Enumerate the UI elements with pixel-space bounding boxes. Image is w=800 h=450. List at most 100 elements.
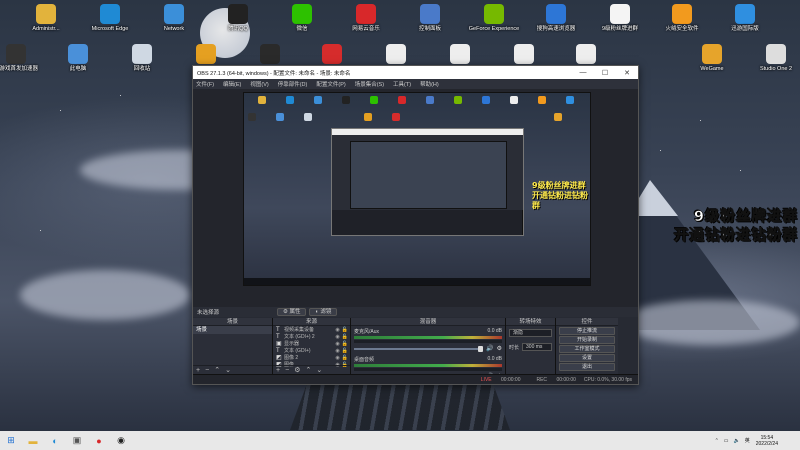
- desktop-icon[interactable]: 腾讯QQ: [208, 4, 268, 33]
- desktop-icon[interactable]: 回收站: [112, 44, 172, 73]
- remove-icon[interactable]: −: [285, 367, 289, 374]
- desktop-icon[interactable]: WeGame: [682, 44, 742, 73]
- menu-help[interactable]: 帮助(H): [420, 80, 439, 88]
- desktop-icon[interactable]: Studio One 2: [746, 44, 800, 73]
- gear-icon[interactable]: ⚙: [294, 366, 300, 374]
- menu-docks[interactable]: 停靠部件(D): [278, 80, 308, 88]
- desktop-icon[interactable]: [430, 44, 490, 66]
- desktop-icon[interactable]: 控制面板: [400, 4, 460, 33]
- obs-titlebar[interactable]: OBS 27.1.3 (64-bit, windows) - 配置文件: 未命名…: [193, 66, 638, 79]
- filters-tab[interactable]: ◐ 滤镜: [309, 308, 338, 316]
- channel-name: 麦克风/Aux: [354, 329, 380, 335]
- eye-icon[interactable]: ◉: [335, 355, 339, 361]
- app-icon[interactable]: ▣: [66, 431, 88, 450]
- status-bar: LIVE 00:00:00 REC 00:00:00 CPU: 0.0%, 30…: [193, 374, 638, 384]
- properties-tab[interactable]: ⚙ 属性: [277, 308, 307, 316]
- no-source-label: 未选择源: [197, 310, 220, 316]
- input-language[interactable]: 英: [745, 437, 750, 444]
- desktop-icon[interactable]: [240, 44, 300, 66]
- lock-icon[interactable]: 🔓: [342, 334, 348, 340]
- netease-music-icon[interactable]: ●: [88, 431, 110, 450]
- windows-start-icon[interactable]: ⊞: [0, 431, 22, 450]
- add-icon[interactable]: +: [276, 367, 280, 374]
- desktop-icon[interactable]: Network: [144, 4, 204, 33]
- clock[interactable]: 15:54 2022/2/24: [756, 435, 778, 447]
- lock-icon[interactable]: 🔓: [342, 348, 348, 354]
- desktop-icon[interactable]: Administr...: [16, 4, 76, 33]
- studio-mode-button[interactable]: 工作室模式: [559, 345, 615, 353]
- lock-icon[interactable]: 🔓: [342, 341, 348, 347]
- menu-edit[interactable]: 编辑(E): [223, 80, 241, 88]
- volume-slider[interactable]: [354, 345, 484, 352]
- add-icon[interactable]: +: [196, 367, 200, 374]
- source-item[interactable]: T 文本 (GDI+) 2 ◉ 🔓: [273, 333, 350, 341]
- eye-icon[interactable]: ◉: [335, 348, 339, 354]
- desktop-icon[interactable]: 网易云音乐: [336, 4, 396, 33]
- move-down-icon[interactable]: ⌄: [225, 366, 231, 374]
- qq-penguin-icon: [228, 4, 248, 24]
- taskbar: ⊞ ▬ ◐ ▣ ● ◉ ⌃ ▭ 🔈 英 15:54 2022/2/24: [0, 431, 800, 450]
- close-icon[interactable]: ✕: [616, 69, 638, 77]
- menu-tools[interactable]: 工具(T): [393, 80, 411, 88]
- menu-file[interactable]: 文件(F): [196, 80, 214, 88]
- desktop-icon[interactable]: [366, 44, 426, 66]
- promo-text: 9级粉丝牌进群 开通钻粉进钻粉群: [674, 208, 798, 246]
- lock-icon[interactable]: 🔓: [342, 355, 348, 361]
- huorong-icon: [672, 4, 692, 24]
- obs-icon[interactable]: ◉: [110, 431, 132, 450]
- settings-button[interactable]: 设置: [559, 354, 615, 362]
- lock-icon[interactable]: 🔓: [342, 327, 348, 333]
- source-name: 图像 2: [284, 355, 299, 361]
- desktop-icon[interactable]: 9级粉丝牌进群: [590, 4, 650, 33]
- desktop-icon[interactable]: [176, 44, 236, 66]
- desktop-icon[interactable]: 搜狗高速浏览器: [526, 4, 586, 33]
- desktop-icon[interactable]: Microsoft Edge: [80, 4, 140, 33]
- desktop-icon[interactable]: [302, 44, 362, 66]
- network-icon[interactable]: ▭: [724, 438, 729, 444]
- transition-select[interactable]: 渐隐: [509, 329, 552, 337]
- stop-streaming-button[interactable]: 停止推流: [559, 327, 615, 335]
- lips-app-icon: [322, 44, 342, 64]
- desktop-icon[interactable]: 微信: [272, 4, 332, 33]
- desktop-icon[interactable]: 此电脑: [48, 44, 108, 73]
- maximize-icon[interactable]: ☐: [594, 69, 616, 77]
- move-up-icon[interactable]: ⌃: [305, 366, 311, 374]
- chevron-up-icon[interactable]: ⌃: [715, 438, 719, 444]
- exit-button[interactable]: 退出: [559, 363, 615, 371]
- source-item[interactable]: T 文本 (GDI+) ◉ 🔓: [273, 347, 350, 355]
- source-item[interactable]: ▣ 显示器 ◉ 🔓: [273, 340, 350, 348]
- desktop-icon[interactable]: 火绒安全软件: [652, 4, 712, 33]
- desktop-icon[interactable]: 迅游国际版: [715, 4, 775, 33]
- preview-canvas[interactable]: 9级粉丝牌进群 开通钻粉进钻粉群: [243, 92, 591, 286]
- eye-icon[interactable]: ◉: [335, 334, 339, 340]
- menu-profile[interactable]: 配置文件(P): [316, 80, 345, 88]
- desktop-icon-label: 此电脑: [69, 66, 87, 72]
- remove-icon[interactable]: −: [205, 367, 209, 374]
- source-item[interactable]: T 视频采集设备 ◉ 🔓: [273, 326, 350, 334]
- speaker-icon[interactable]: 🔊: [486, 345, 493, 352]
- edge-icon[interactable]: ◐: [44, 431, 66, 450]
- menu-view[interactable]: 视图(V): [250, 80, 268, 88]
- start-recording-button[interactable]: 开始录制: [559, 336, 615, 344]
- file-explorer-icon[interactable]: ▬: [22, 431, 44, 450]
- move-down-icon[interactable]: ⌄: [316, 366, 322, 374]
- scene-item[interactable]: 场景: [193, 326, 272, 334]
- obs-window[interactable]: OBS 27.1.3 (64-bit, windows) - 配置文件: 未命名…: [192, 65, 639, 385]
- desktop-icon-label: Microsoft Edge: [91, 26, 129, 32]
- source-item[interactable]: ◩ 图像 2 ◉ 🔓: [273, 354, 350, 362]
- duration-input[interactable]: 300 ms: [522, 343, 552, 351]
- eye-icon[interactable]: ◉: [335, 341, 339, 347]
- minimize-icon[interactable]: —: [572, 69, 594, 76]
- desktop-icon[interactable]: [556, 44, 616, 66]
- gear-icon[interactable]: ⚙: [497, 345, 502, 352]
- desktop-icon[interactable]: 新游戏首发加速器: [0, 44, 46, 73]
- move-up-icon[interactable]: ⌃: [214, 366, 220, 374]
- preview-area[interactable]: 9级粉丝牌进群 开通钻粉进钻粉群: [193, 89, 638, 307]
- desktop-icon[interactable]: GeForce Experience: [464, 4, 524, 33]
- slider-handle[interactable]: [478, 345, 484, 352]
- menu-scene-collection[interactable]: 场景集合(S): [355, 80, 384, 88]
- eye-icon[interactable]: ◉: [335, 327, 339, 333]
- cloud-graphic: [620, 300, 800, 345]
- volume-icon[interactable]: 🔈: [734, 438, 740, 444]
- desktop-icon[interactable]: [494, 44, 554, 66]
